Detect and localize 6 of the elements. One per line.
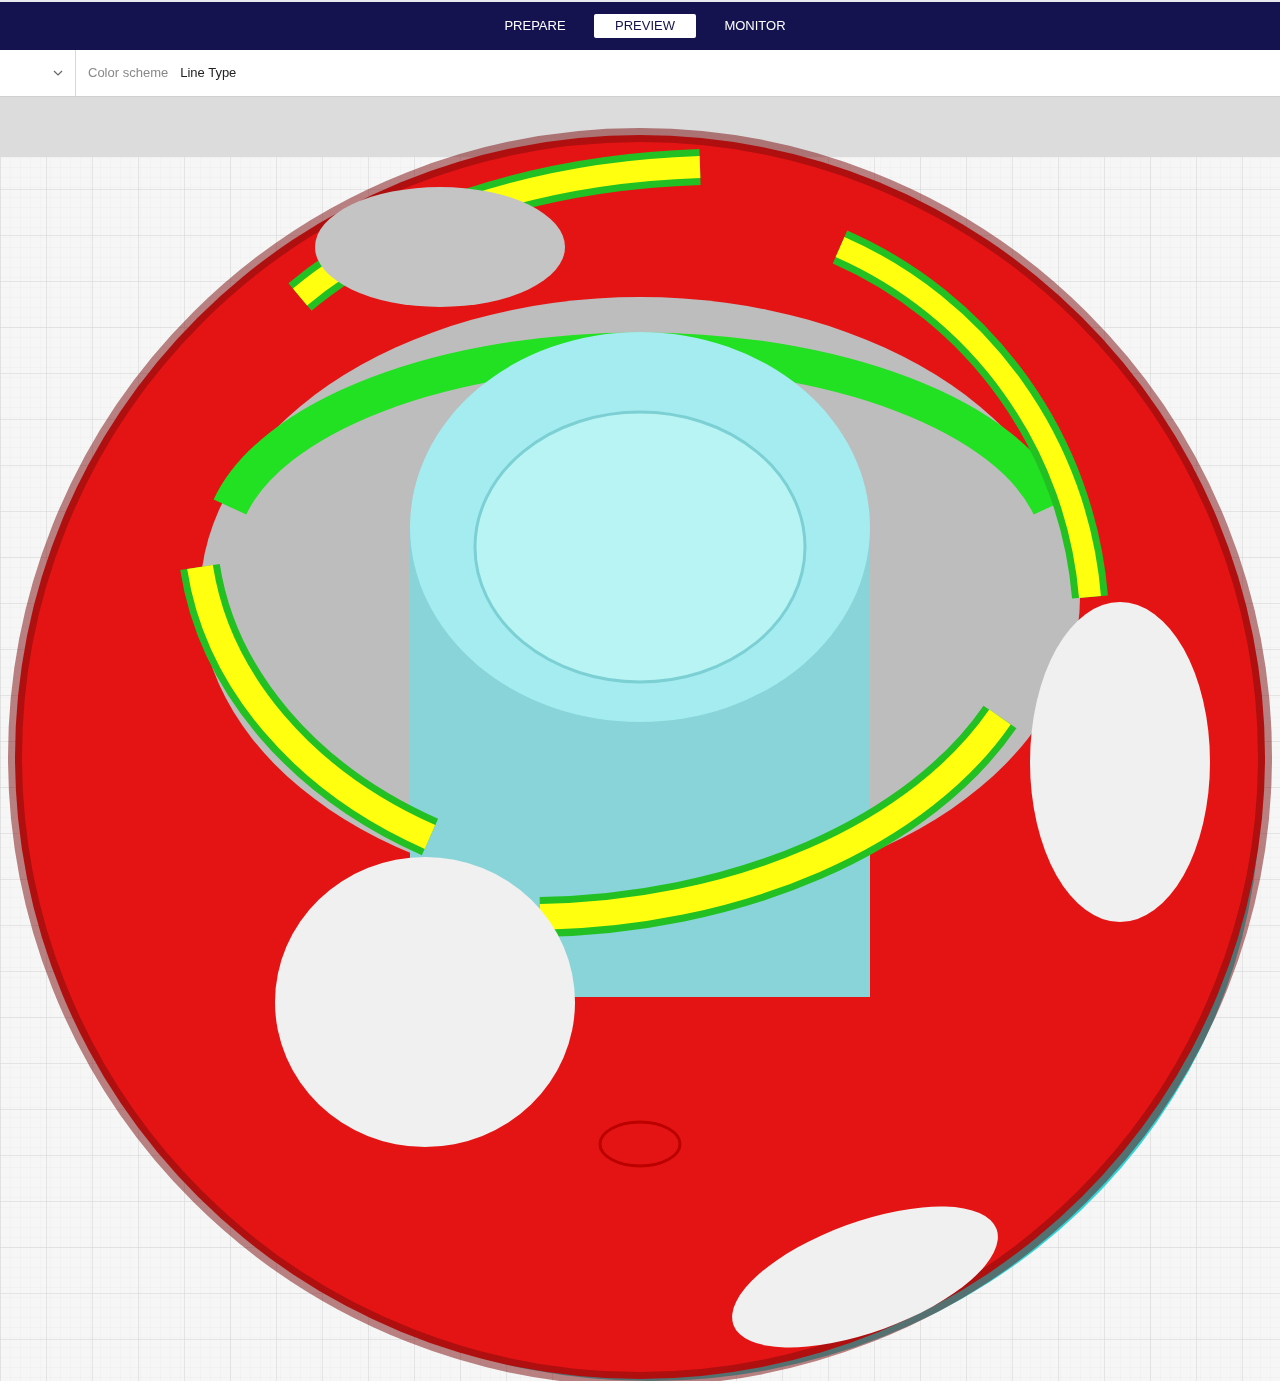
stage-tab[interactable]: PREVIEW — [594, 14, 696, 38]
color-scheme-label: Color scheme — [88, 64, 169, 83]
color-scheme-dropdown[interactable]: Line Type — [180, 63, 237, 83]
chevron-down-icon — [53, 70, 63, 76]
stage-tab[interactable]: PREPARE — [484, 14, 586, 38]
stage-tab[interactable]: MONITOR — [704, 14, 806, 38]
